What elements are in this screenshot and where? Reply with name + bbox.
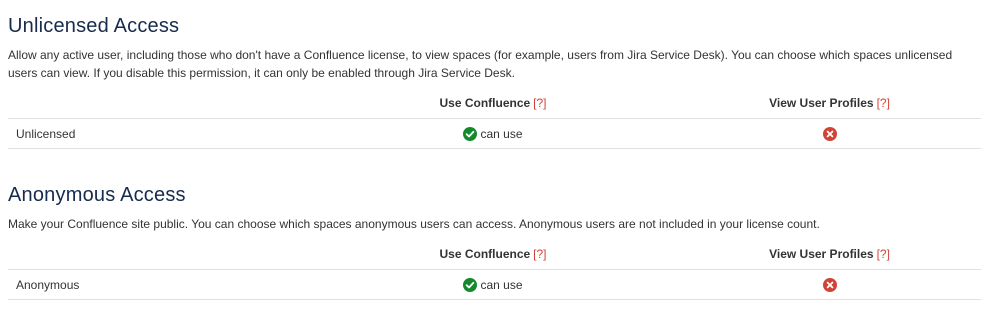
- help-link[interactable]: [?]: [877, 247, 890, 261]
- section-description: Make your Confluence site public. You ca…: [8, 217, 820, 231]
- help-link[interactable]: [?]: [533, 247, 546, 261]
- check-circle-icon: [463, 126, 478, 141]
- header-label: View User Profiles: [769, 247, 874, 261]
- view-user-profiles-cell: [678, 118, 981, 149]
- section-description: Allow any active user, including those w…: [8, 48, 953, 80]
- status-text: can use: [480, 126, 523, 141]
- permissions-table: Use Confluence [?] View User Profiles [?] …: [8, 88, 981, 149]
- permissions-table: Use Confluence [?] View User Profiles [?] …: [8, 239, 981, 300]
- row-name: Anonymous: [8, 269, 308, 300]
- global-permissions-page: Unlicensed Access Allow any active user,…: [0, 0, 999, 312]
- status-text: can use: [480, 277, 523, 292]
- header-blank: [8, 239, 308, 270]
- header-view-user-profiles: View User Profiles [?]: [678, 239, 981, 270]
- help-link[interactable]: [?]: [877, 96, 890, 110]
- section-title: Anonymous Access: [8, 184, 186, 206]
- use-confluence-cell: can use: [308, 118, 678, 149]
- check-circle-icon: [463, 277, 478, 292]
- unlicensed-access-section: Unlicensed Access Allow any active user,…: [8, 12, 981, 149]
- cross-circle-icon: [822, 126, 837, 141]
- row-name: Unlicensed: [8, 118, 308, 149]
- view-user-profiles-cell: [678, 269, 981, 300]
- header-label: Use Confluence: [439, 96, 531, 110]
- table-row: Anonymous can use: [8, 269, 981, 300]
- table-header-row: Use Confluence [?] View User Profiles [?]: [8, 88, 981, 119]
- header-label: Use Confluence: [439, 247, 531, 261]
- header-view-user-profiles: View User Profiles [?]: [678, 88, 981, 119]
- header-use-confluence: Use Confluence [?]: [308, 239, 678, 270]
- table-header-row: Use Confluence [?] View User Profiles [?]: [8, 239, 981, 270]
- help-link[interactable]: [?]: [533, 96, 546, 110]
- use-confluence-cell: can use: [308, 269, 678, 300]
- table-row: Unlicensed can use: [8, 118, 981, 149]
- section-title: Unlicensed Access: [8, 15, 180, 37]
- header-use-confluence: Use Confluence [?]: [308, 88, 678, 119]
- anonymous-access-section: Anonymous Access Make your Confluence si…: [8, 181, 981, 300]
- header-label: View User Profiles: [769, 96, 874, 110]
- cross-circle-icon: [822, 277, 837, 292]
- header-blank: [8, 88, 308, 119]
